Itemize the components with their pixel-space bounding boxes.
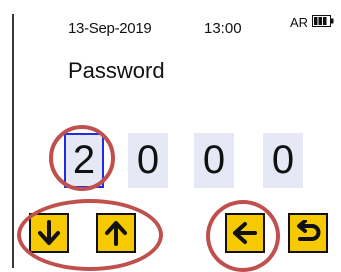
battery-full-icon [312,15,334,27]
password-digit-2[interactable]: 0 [128,133,168,188]
arrow-up-icon [105,221,127,246]
arrow-down-icon [38,220,60,245]
password-digit-4[interactable]: 0 [263,133,303,188]
password-digit-3[interactable]: 0 [194,133,234,188]
password-screen: 13-Sep-2019 13:00 AR Password 2 0 0 0 [0,0,341,272]
arrow-down-button[interactable] [29,213,69,253]
page-title: Password [68,58,165,83]
arrow-up-button[interactable] [96,213,136,253]
arrow-left-button[interactable] [225,213,265,253]
arrow-left-icon [233,222,257,244]
return-button[interactable] [288,213,328,253]
status-time: 13:00 [204,20,242,37]
frame-edge [12,14,14,268]
status-language: AR [290,15,309,30]
status-date: 13-Sep-2019 [68,20,152,37]
password-digit-1[interactable]: 2 [64,133,104,188]
return-icon [297,220,321,241]
